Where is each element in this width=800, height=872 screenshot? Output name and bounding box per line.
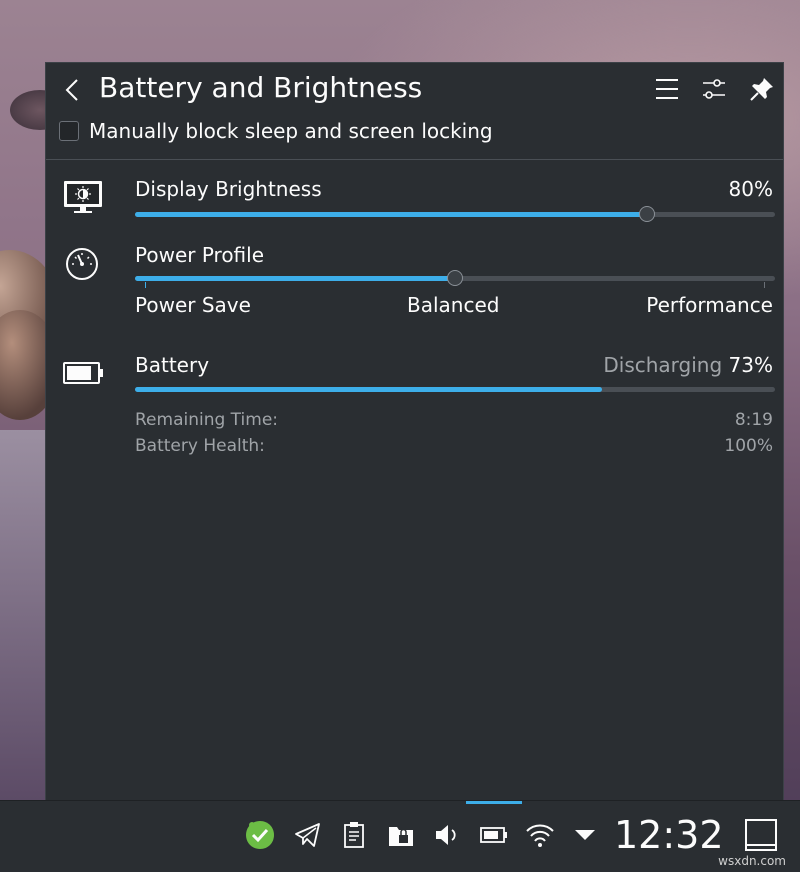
inhibit-sleep-checkbox-row[interactable]: Manually block sleep and screen locking: [59, 119, 493, 143]
battery-status: Discharging: [603, 353, 723, 377]
taskbar: 12:32 wsxdn.com: [0, 800, 800, 872]
update-check-icon[interactable]: [244, 819, 276, 851]
power-profile-slider-handle[interactable]: [447, 270, 463, 286]
power-profile-slider[interactable]: [135, 270, 775, 288]
display-brightness-icon: [62, 179, 104, 221]
battery-health-value: 100%: [724, 436, 773, 456]
inhibit-sleep-checkbox[interactable]: [59, 121, 79, 141]
show-desktop-icon[interactable]: [743, 817, 779, 853]
vault-icon[interactable]: [385, 819, 417, 851]
expand-arrow-icon[interactable]: [569, 819, 601, 851]
power-profile-label: Power Profile: [135, 243, 265, 267]
battery-status-group: Discharging 73%: [603, 353, 773, 377]
battery-percent: 73%: [728, 353, 773, 377]
brightness-label: Display Brightness: [135, 177, 322, 201]
battery-icon[interactable]: [478, 819, 510, 851]
wifi-icon[interactable]: [524, 819, 556, 851]
hamburger-menu-icon[interactable]: [653, 75, 681, 103]
power-profile-option-power-save[interactable]: Power Save: [135, 293, 251, 317]
battery-charge-fill: [135, 387, 603, 392]
brightness-slider-fill: [135, 212, 647, 217]
watermark: wsxdn.com: [718, 854, 786, 868]
brightness-value: 80%: [728, 177, 773, 201]
power-profile-slider-fill: [135, 276, 455, 281]
settings-sliders-icon[interactable]: [700, 75, 728, 103]
active-tray-indicator: [466, 801, 522, 804]
battery-label: Battery: [135, 353, 210, 377]
inhibit-sleep-label: Manually block sleep and screen locking: [89, 119, 493, 143]
battery-health-label: Battery Health:: [135, 436, 265, 456]
power-profile-option-balanced[interactable]: Balanced: [407, 293, 499, 317]
brightness-slider[interactable]: [135, 206, 775, 222]
power-profile-option-performance[interactable]: Performance: [646, 293, 773, 317]
brightness-slider-handle[interactable]: [639, 206, 655, 222]
popup-title: Battery and Brightness: [99, 71, 423, 104]
speedometer-icon: [64, 246, 100, 286]
telegram-icon[interactable]: [292, 819, 324, 851]
clock[interactable]: 12:32: [614, 813, 724, 857]
power-profile-tick: [764, 282, 765, 288]
battery-brightness-popup: Battery and Brightness Manually block sl…: [45, 62, 784, 800]
clipboard-icon[interactable]: [338, 819, 370, 851]
volume-icon[interactable]: [431, 819, 463, 851]
remaining-time-label: Remaining Time:: [135, 410, 279, 430]
back-icon[interactable]: [60, 75, 86, 105]
popup-header: Battery and Brightness Manually block sl…: [46, 63, 783, 160]
power-profile-tick: [145, 282, 146, 288]
battery-icon: [63, 361, 105, 389]
battery-charge-bar: [135, 387, 775, 392]
remaining-time-value: 8:19: [734, 410, 773, 430]
pin-icon[interactable]: [748, 75, 776, 103]
